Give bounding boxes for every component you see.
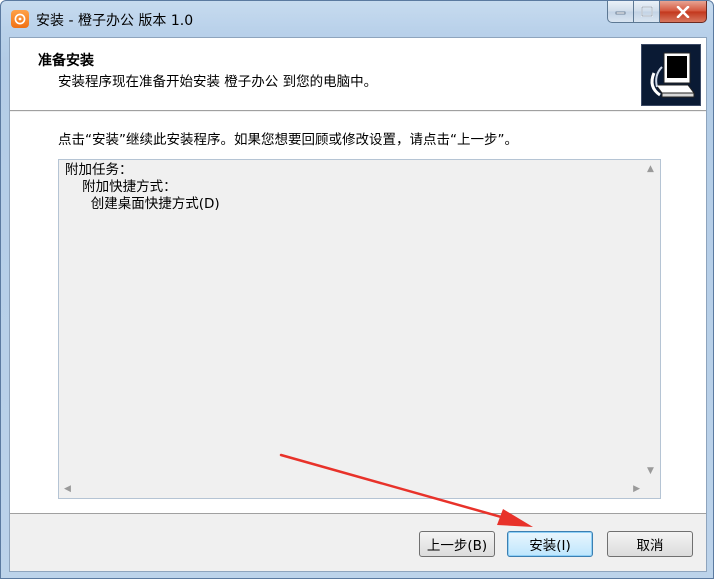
computer-install-icon <box>641 44 701 106</box>
cancel-button[interactable]: 取消 <box>607 531 693 557</box>
memo-line: 附加任务： <box>65 162 133 178</box>
title-bar[interactable]: 安装 - 橙子办公 版本 1.0 <box>1 1 713 37</box>
install-button[interactable]: 安装(I) <box>507 531 593 557</box>
orange-office-icon <box>11 10 29 28</box>
vertical-scrollbar[interactable]: ▲ ▼ <box>643 160 660 481</box>
minimize-button[interactable] <box>607 1 634 23</box>
scroll-down-icon[interactable]: ▼ <box>647 467 654 476</box>
memo-content: 附加任务： 附加快捷方式： 创建桌面快捷方式(D) <box>65 162 220 213</box>
memo-line: 创建桌面快捷方式(D) <box>65 196 220 212</box>
scroll-up-icon[interactable]: ▲ <box>647 165 654 174</box>
scroll-left-icon[interactable]: ◀ <box>64 485 71 494</box>
wizard-header: 准备安装 安装程序现在准备开始安装 橙子办公 到您的电脑中。 <box>10 38 706 111</box>
scroll-right-icon[interactable]: ▶ <box>633 485 640 494</box>
horizontal-scrollbar[interactable]: ◀ ▶ <box>59 481 643 498</box>
memo-line: 附加快捷方式： <box>65 179 177 195</box>
minimize-icon <box>615 11 626 14</box>
window-title: 安装 - 橙子办公 版本 1.0 <box>36 13 194 29</box>
close-icon <box>676 5 690 18</box>
wizard-client-area: 准备安装 安装程序现在准备开始安装 橙子办公 到您的电脑中。 点击“安装”继续此… <box>9 37 707 572</box>
back-button[interactable]: 上一步(B) <box>419 531 495 557</box>
instruction-text: 点击“安装”继续此安装程序。如果您想要回顾或修改设置，请点击“上一步”。 <box>58 132 518 148</box>
maximize-icon <box>640 6 653 17</box>
scrollbar-corner <box>643 481 660 498</box>
window-controls <box>607 1 707 23</box>
wizard-body: 点击“安装”继续此安装程序。如果您想要回顾或修改设置，请点击“上一步”。 附加任… <box>10 112 706 514</box>
maximize-button[interactable] <box>634 1 660 23</box>
installer-window: 安装 - 橙子办公 版本 1.0 准备安装 安装程序现在准备开始安装 橙子办公 … <box>0 0 714 579</box>
page-title: 准备安装 <box>38 53 94 69</box>
ready-memo[interactable]: 附加任务： 附加快捷方式： 创建桌面快捷方式(D) ▲ ▼ ◀ ▶ <box>58 159 661 499</box>
close-button[interactable] <box>660 1 707 23</box>
page-subtitle: 安装程序现在准备开始安装 橙子办公 到您的电脑中。 <box>58 74 378 90</box>
